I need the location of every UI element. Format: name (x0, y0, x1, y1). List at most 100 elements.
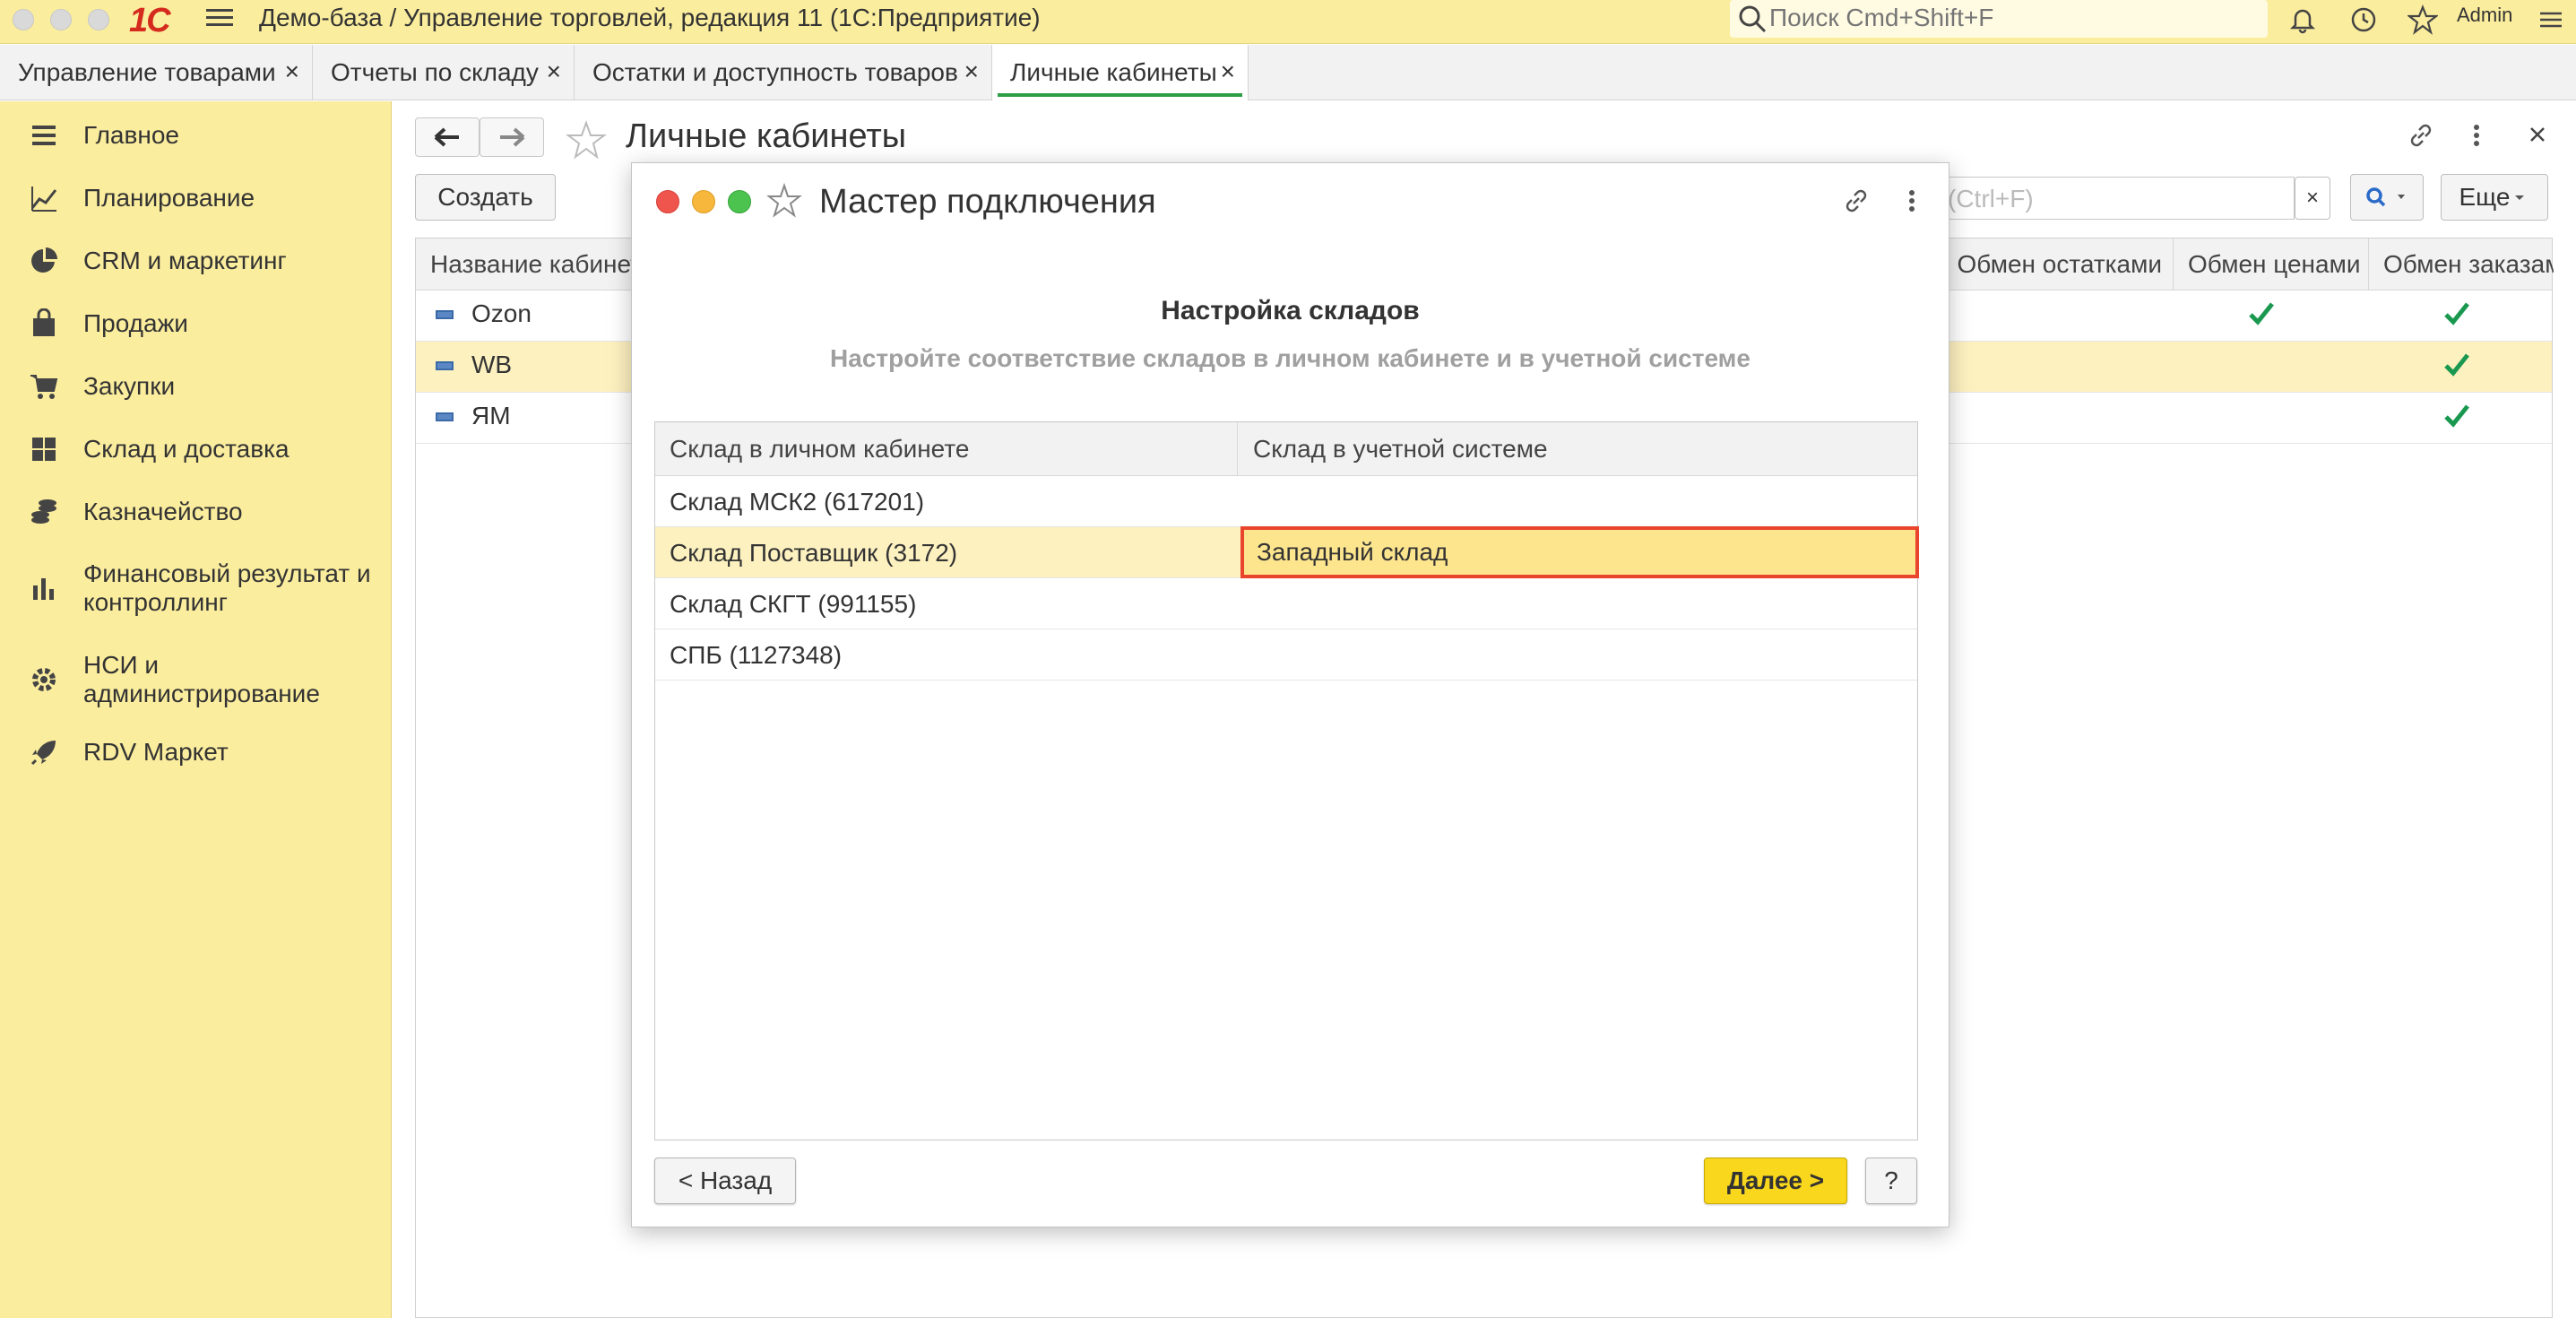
back-nav-button[interactable] (415, 117, 480, 157)
tab-close-icon[interactable]: × (547, 57, 561, 86)
search-icon (1739, 5, 1767, 33)
sidebar-item-label: Склад и доставка (83, 435, 290, 463)
system-warehouse-cell[interactable] (1239, 578, 1917, 629)
app-title: Демо-база / Управление торговлей, редакц… (259, 4, 1041, 31)
tab-warehouse-reports[interactable]: Отчеты по складу × (313, 45, 575, 100)
search-button[interactable] (2350, 174, 2424, 221)
sidebar-item-admin[interactable]: НСИ и администрирование (0, 646, 392, 714)
window-close-dot[interactable] (13, 9, 34, 30)
planning-chart-icon (30, 186, 57, 212)
step-description: Настройте соответствие складов в личном … (830, 344, 1750, 372)
tab-label: Личные кабинеты (1010, 58, 1217, 86)
title-bar: 1С Демо-база / Управление торговлей, ред… (0, 0, 2576, 44)
dialog-close-dot[interactable] (656, 190, 679, 213)
sidebar-item-sales[interactable]: Продажи (0, 304, 392, 343)
open-tabs-bar: Управление товарами × Отчеты по складу ×… (0, 45, 2576, 100)
settings-menu-icon[interactable] (2533, 2, 2569, 38)
form-search-input[interactable]: (Ctrl+F) (1934, 177, 2295, 220)
clear-search-button[interactable]: × (2295, 177, 2330, 220)
cabinet-warehouse-cell: СПБ (1127348) (670, 640, 843, 669)
tab-close-icon[interactable]: × (285, 57, 299, 86)
tab-label: Отчеты по складу (331, 58, 539, 86)
close-icon[interactable] (2524, 121, 2551, 148)
rocket-icon (30, 741, 56, 766)
window-zoom-dot[interactable] (88, 9, 109, 30)
global-search-input[interactable] (1769, 2, 2253, 34)
column-header-cabinet-warehouse[interactable]: Склад в личном кабинете (655, 422, 1238, 476)
main-menu-icon[interactable] (206, 5, 233, 32)
forward-nav-button[interactable] (480, 117, 544, 157)
cabinet-name: Ozon (471, 299, 532, 327)
pie-chart-icon (31, 247, 57, 273)
warehouse-grid-icon (32, 438, 56, 461)
column-header[interactable]: Обмен остатками (1940, 238, 2173, 290)
back-button[interactable]: < Назад (654, 1158, 796, 1204)
sidebar-item-crm[interactable]: CRM и маркетинг (0, 241, 392, 281)
system-warehouse-cell[interactable] (1239, 629, 1917, 681)
history-icon[interactable] (2346, 2, 2382, 38)
shopping-bag-icon (33, 308, 55, 336)
sidebar-item-purchases[interactable]: Закупки (0, 367, 392, 406)
dialog-minimize-dot[interactable] (692, 190, 715, 213)
sidebar-item-warehouse[interactable]: Склад и доставка (0, 429, 392, 469)
search-icon (2366, 187, 2405, 207)
favorite-star-icon[interactable] (766, 183, 802, 219)
global-search[interactable] (1730, 0, 2268, 38)
sidebar-item-planning[interactable]: Планирование (0, 178, 392, 218)
cabinet-warehouse-cell: Склад МСК2 (617201) (670, 487, 925, 516)
dialog-title: Мастер подключения (819, 183, 1156, 221)
tab-close-icon[interactable]: × (1221, 57, 1235, 86)
dialog-zoom-dot[interactable] (728, 190, 751, 213)
link-icon[interactable] (2405, 119, 2437, 152)
tab-close-icon[interactable]: × (964, 57, 979, 86)
connection-wizard-dialog: Мастер подключения Настройка складов Нас… (631, 162, 1949, 1227)
chevron-down-icon (2515, 195, 2525, 200)
cabinet-name: ЯМ (471, 402, 511, 429)
sidebar-item-label: НСИ и администрирование (83, 651, 320, 707)
column-header[interactable]: Обмен ценами (2173, 238, 2368, 290)
tab-label: Управление товарами (18, 58, 276, 86)
table-row[interactable]: Склад МСК2 (617201) (655, 476, 1917, 527)
more-actions-icon[interactable] (2468, 119, 2485, 152)
arrow-left-icon (434, 127, 459, 147)
check-icon (2444, 302, 2469, 325)
bell-icon[interactable] (2285, 2, 2321, 38)
favorites-star-icon[interactable] (2405, 2, 2441, 38)
link-icon[interactable] (1840, 185, 1872, 217)
cabinet-warehouse-cell: Склад Поставщик (3172) (670, 538, 958, 567)
next-button[interactable]: Далее > (1704, 1158, 1847, 1204)
item-marker-icon (436, 412, 454, 421)
table-row[interactable]: Склад Поставщик (3172) Западный склад (655, 526, 1919, 578)
sections-sidebar: Главное Планирование CRM и маркетинг Про… (0, 101, 392, 1318)
cart-icon (30, 375, 58, 399)
table-row[interactable]: Склад СКГТ (991155) (655, 578, 1917, 629)
window-minimize-dot[interactable] (50, 9, 72, 30)
table-row[interactable]: СПБ (1127348) (655, 629, 1917, 681)
warehouse-mapping-table: Склад в личном кабинете Склад в учетной … (654, 421, 1919, 1140)
tab-personal-cabinets[interactable]: Личные кабинеты × (992, 45, 1249, 100)
column-header-system-warehouse[interactable]: Склад в учетной системе (1239, 422, 1917, 476)
tab-product-management[interactable]: Управление товарами × (0, 45, 313, 100)
favorite-star-icon[interactable] (565, 119, 608, 162)
system-warehouse-cell[interactable] (1239, 476, 1917, 527)
sidebar-item-treasury[interactable]: Казначейство (0, 492, 392, 532)
tab-stock-availability[interactable]: Остатки и доступность товаров × (575, 45, 992, 100)
bar-chart-icon (33, 578, 54, 600)
sidebar-item-label: Продажи (83, 309, 188, 337)
tab-label: Остатки и доступность товаров (592, 58, 958, 86)
sidebar-item-label: Планирование (83, 184, 255, 212)
system-warehouse-edit-field[interactable]: Западный склад (1240, 526, 1919, 578)
more-button[interactable]: Еще (2441, 174, 2548, 221)
user-name[interactable]: Admin (2457, 4, 2512, 27)
column-header[interactable]: Обмен заказами (2368, 238, 2554, 290)
help-button[interactable]: ? (1865, 1158, 1917, 1204)
sidebar-item-main[interactable]: Главное (0, 116, 392, 155)
sidebar-item-rdv-market[interactable]: RDV Маркет (0, 733, 392, 772)
more-actions-icon[interactable] (1903, 185, 1921, 217)
sidebar-item-financial-result[interactable]: Финансовый результат и контроллинг (0, 554, 392, 622)
arrow-right-icon (500, 127, 525, 147)
search-hint: (Ctrl+F) (1948, 185, 2034, 212)
create-button[interactable]: Создать (415, 174, 556, 221)
check-icon (2444, 353, 2469, 377)
table-header: Склад в личном кабинете Склад в учетной … (655, 422, 1917, 476)
